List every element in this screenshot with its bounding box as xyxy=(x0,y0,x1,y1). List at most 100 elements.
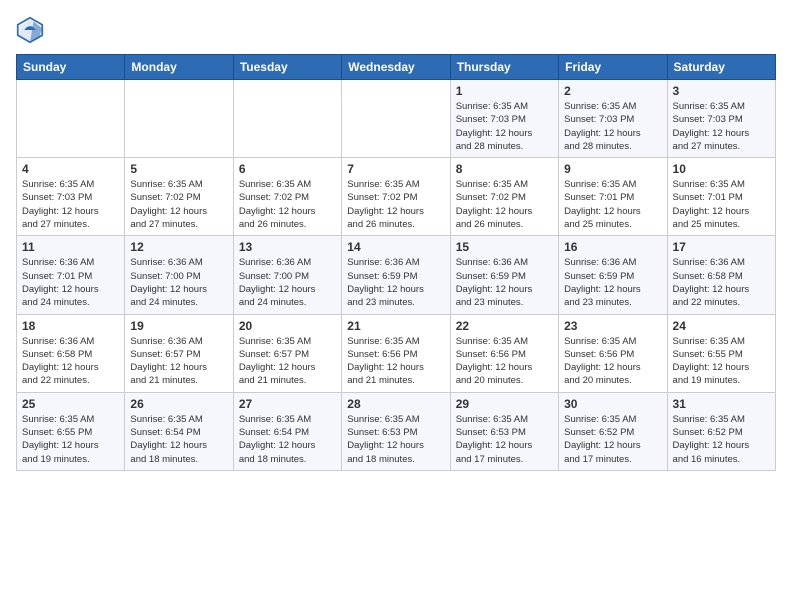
weekday-header-monday: Monday xyxy=(125,55,233,80)
calendar-cell xyxy=(342,80,450,158)
calendar-week-1: 1 Sunrise: 6:35 AM Sunset: 7:03 PM Daylig… xyxy=(17,80,776,158)
day-info: Sunrise: 6:35 AM Sunset: 7:03 PM Dayligh… xyxy=(22,178,119,231)
calendar-cell: 22Sunrise: 6:35 AM Sunset: 6:56 PM Dayli… xyxy=(450,314,558,392)
calendar-cell: 20 Sunrise: 6:35 AM Sunset: 6:57 PM Dayli… xyxy=(233,314,341,392)
day-info: Sunrise: 6:35 AM Sunset: 6:56 PM Dayligh… xyxy=(347,335,444,388)
day-info: Sunrise: 6:35 AM Sunset: 7:01 PM Dayligh… xyxy=(564,178,661,231)
day-info: Sunrise: 6:36 AM Sunset: 6:57 PM Dayligh… xyxy=(130,335,227,388)
calendar-header: SundayMondayTuesdayWednesdayThursdayFrid… xyxy=(17,55,776,80)
day-number: 24 xyxy=(673,319,770,333)
calendar-cell: 30 Sunrise: 6:35 AM Sunset: 6:52 PM Dayli… xyxy=(559,392,667,470)
calendar-cell: 7Sunrise: 6:35 AM Sunset: 7:02 PM Daylig… xyxy=(342,158,450,236)
day-info: Sunrise: 6:35 AM Sunset: 6:53 PM Dayligh… xyxy=(347,413,444,466)
day-number: 2 xyxy=(564,84,661,98)
day-number: 11 xyxy=(22,240,119,254)
header xyxy=(16,16,776,44)
calendar-cell: 11 Sunrise: 6:36 AM Sunset: 7:01 PM Dayli… xyxy=(17,236,125,314)
calendar-week-3: 11 Sunrise: 6:36 AM Sunset: 7:01 PM Dayli… xyxy=(17,236,776,314)
page-container: SundayMondayTuesdayWednesdayThursdayFrid… xyxy=(0,0,792,479)
day-number: 19 xyxy=(130,319,227,333)
day-number: 4 xyxy=(22,162,119,176)
day-info: Sunrise: 6:35 AM Sunset: 6:52 PM Dayligh… xyxy=(564,413,661,466)
calendar-cell: 26 Sunrise: 6:35 AM Sunset: 6:54 PM Dayli… xyxy=(125,392,233,470)
calendar-week-4: 18 Sunrise: 6:36 AM Sunset: 6:58 PM Dayli… xyxy=(17,314,776,392)
day-number: 12 xyxy=(130,240,227,254)
day-number: 29 xyxy=(456,397,553,411)
calendar-cell: 14 Sunrise: 6:36 AM Sunset: 6:59 PM Dayli… xyxy=(342,236,450,314)
day-number: 13 xyxy=(239,240,336,254)
day-number: 15 xyxy=(456,240,553,254)
day-info: Sunrise: 6:36 AM Sunset: 6:58 PM Dayligh… xyxy=(673,256,770,309)
day-info: Sunrise: 6:35 AM Sunset: 6:54 PM Dayligh… xyxy=(239,413,336,466)
calendar-cell: 28 Sunrise: 6:35 AM Sunset: 6:53 PM Dayli… xyxy=(342,392,450,470)
calendar-cell: 3 Sunrise: 6:35 AM Sunset: 7:03 PM Daylig… xyxy=(667,80,775,158)
weekday-row: SundayMondayTuesdayWednesdayThursdayFrid… xyxy=(17,55,776,80)
calendar-week-5: 25Sunrise: 6:35 AM Sunset: 6:55 PM Dayli… xyxy=(17,392,776,470)
day-number: 9 xyxy=(564,162,661,176)
calendar-cell: 8 Sunrise: 6:35 AM Sunset: 7:02 PM Daylig… xyxy=(450,158,558,236)
calendar-cell: 21 Sunrise: 6:35 AM Sunset: 6:56 PM Dayli… xyxy=(342,314,450,392)
weekday-header-friday: Friday xyxy=(559,55,667,80)
calendar-cell: 31 Sunrise: 6:35 AM Sunset: 6:52 PM Dayli… xyxy=(667,392,775,470)
day-number: 27 xyxy=(239,397,336,411)
weekday-header-sunday: Sunday xyxy=(17,55,125,80)
day-info: Sunrise: 6:35 AM Sunset: 7:03 PM Dayligh… xyxy=(673,100,770,153)
calendar-cell xyxy=(17,80,125,158)
calendar-cell: 1 Sunrise: 6:35 AM Sunset: 7:03 PM Daylig… xyxy=(450,80,558,158)
day-info: Sunrise: 6:35 AM Sunset: 7:02 PM Dayligh… xyxy=(130,178,227,231)
day-number: 17 xyxy=(673,240,770,254)
day-number: 10 xyxy=(673,162,770,176)
day-number: 28 xyxy=(347,397,444,411)
day-number: 26 xyxy=(130,397,227,411)
weekday-header-tuesday: Tuesday xyxy=(233,55,341,80)
day-info: Sunrise: 6:35 AM Sunset: 7:02 PM Dayligh… xyxy=(456,178,553,231)
day-number: 22 xyxy=(456,319,553,333)
calendar-cell: 9 Sunrise: 6:35 AM Sunset: 7:01 PM Daylig… xyxy=(559,158,667,236)
calendar-cell: 2 Sunrise: 6:35 AM Sunset: 7:03 PM Daylig… xyxy=(559,80,667,158)
calendar-cell: 19 Sunrise: 6:36 AM Sunset: 6:57 PM Dayli… xyxy=(125,314,233,392)
day-info: Sunrise: 6:35 AM Sunset: 6:54 PM Dayligh… xyxy=(130,413,227,466)
calendar-cell: 13Sunrise: 6:36 AM Sunset: 7:00 PM Dayli… xyxy=(233,236,341,314)
calendar-cell: 27 Sunrise: 6:35 AM Sunset: 6:54 PM Dayli… xyxy=(233,392,341,470)
day-number: 21 xyxy=(347,319,444,333)
calendar-cell: 17 Sunrise: 6:36 AM Sunset: 6:58 PM Dayli… xyxy=(667,236,775,314)
day-info: Sunrise: 6:36 AM Sunset: 7:00 PM Dayligh… xyxy=(130,256,227,309)
day-number: 20 xyxy=(239,319,336,333)
day-info: Sunrise: 6:35 AM Sunset: 6:55 PM Dayligh… xyxy=(673,335,770,388)
day-number: 16 xyxy=(564,240,661,254)
day-info: Sunrise: 6:35 AM Sunset: 7:03 PM Dayligh… xyxy=(456,100,553,153)
weekday-header-saturday: Saturday xyxy=(667,55,775,80)
day-number: 8 xyxy=(456,162,553,176)
day-number: 3 xyxy=(673,84,770,98)
calendar-table: SundayMondayTuesdayWednesdayThursdayFrid… xyxy=(16,54,776,471)
calendar-cell: 29Sunrise: 6:35 AM Sunset: 6:53 PM Dayli… xyxy=(450,392,558,470)
calendar-cell xyxy=(233,80,341,158)
calendar-cell: 15 Sunrise: 6:36 AM Sunset: 6:59 PM Dayli… xyxy=(450,236,558,314)
day-info: Sunrise: 6:36 AM Sunset: 6:58 PM Dayligh… xyxy=(22,335,119,388)
calendar-cell: 23Sunrise: 6:35 AM Sunset: 6:56 PM Dayli… xyxy=(559,314,667,392)
calendar-week-2: 4 Sunrise: 6:35 AM Sunset: 7:03 PM Daylig… xyxy=(17,158,776,236)
day-info: Sunrise: 6:35 AM Sunset: 6:57 PM Dayligh… xyxy=(239,335,336,388)
day-number: 30 xyxy=(564,397,661,411)
day-number: 31 xyxy=(673,397,770,411)
day-number: 25 xyxy=(22,397,119,411)
day-info: Sunrise: 6:35 AM Sunset: 7:03 PM Dayligh… xyxy=(564,100,661,153)
calendar-cell: 18 Sunrise: 6:36 AM Sunset: 6:58 PM Dayli… xyxy=(17,314,125,392)
day-number: 1 xyxy=(456,84,553,98)
day-info: Sunrise: 6:36 AM Sunset: 6:59 PM Dayligh… xyxy=(564,256,661,309)
day-info: Sunrise: 6:36 AM Sunset: 6:59 PM Dayligh… xyxy=(347,256,444,309)
calendar-cell xyxy=(125,80,233,158)
day-info: Sunrise: 6:36 AM Sunset: 6:59 PM Dayligh… xyxy=(456,256,553,309)
calendar-cell: 5 Sunrise: 6:35 AM Sunset: 7:02 PM Daylig… xyxy=(125,158,233,236)
day-number: 5 xyxy=(130,162,227,176)
day-number: 18 xyxy=(22,319,119,333)
day-info: Sunrise: 6:35 AM Sunset: 7:01 PM Dayligh… xyxy=(673,178,770,231)
weekday-header-wednesday: Wednesday xyxy=(342,55,450,80)
weekday-header-thursday: Thursday xyxy=(450,55,558,80)
day-info: Sunrise: 6:35 AM Sunset: 6:52 PM Dayligh… xyxy=(673,413,770,466)
calendar-cell: 12 Sunrise: 6:36 AM Sunset: 7:00 PM Dayli… xyxy=(125,236,233,314)
day-info: Sunrise: 6:35 AM Sunset: 6:56 PM Dayligh… xyxy=(564,335,661,388)
day-number: 14 xyxy=(347,240,444,254)
calendar-cell: 10 Sunrise: 6:35 AM Sunset: 7:01 PM Dayli… xyxy=(667,158,775,236)
day-info: Sunrise: 6:36 AM Sunset: 7:01 PM Dayligh… xyxy=(22,256,119,309)
